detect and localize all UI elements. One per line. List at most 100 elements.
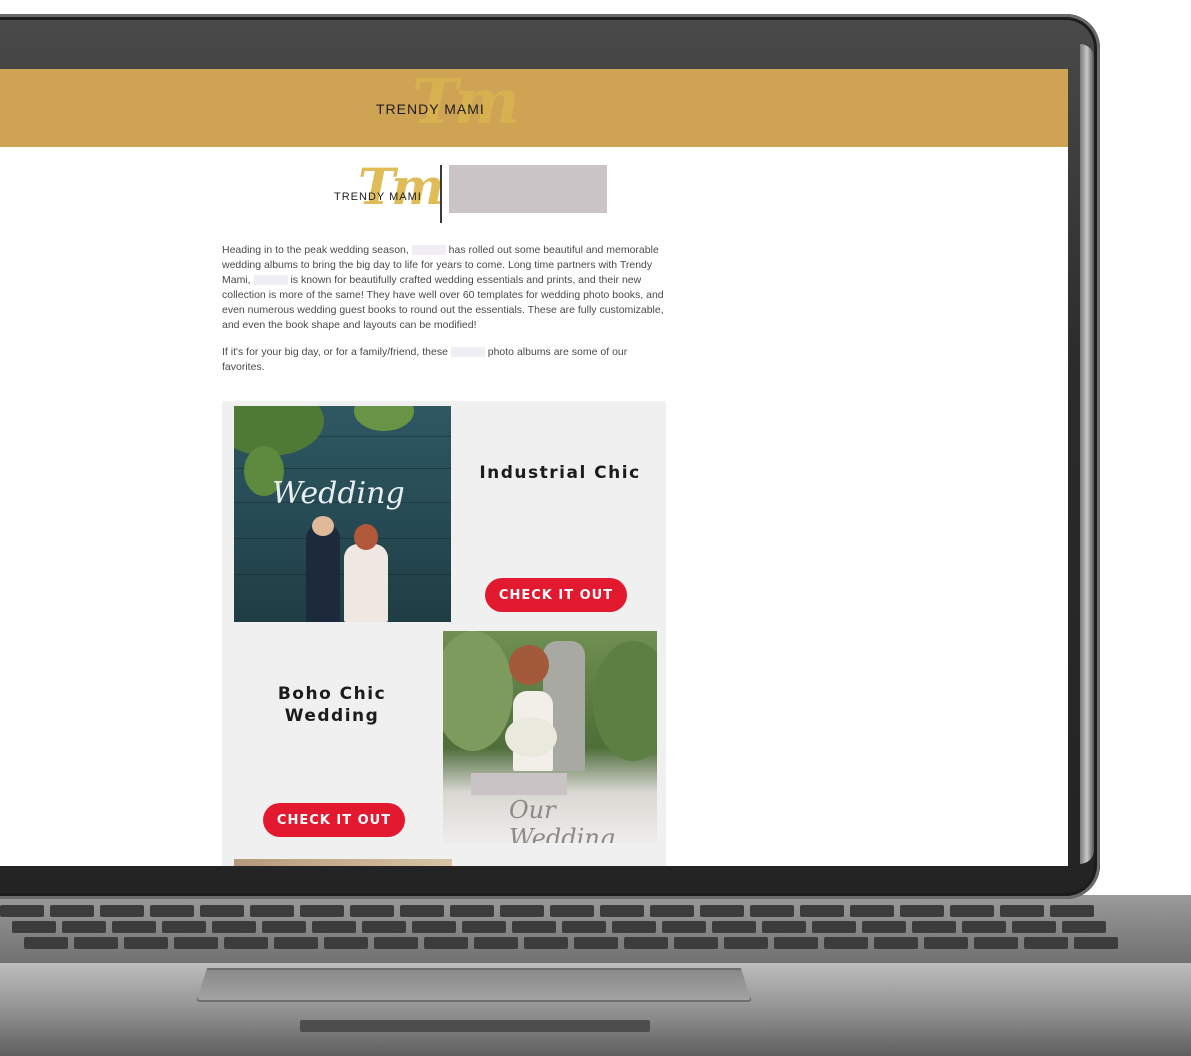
keyboard-key [50,905,94,917]
intro-p1-part-a: Heading in to the peak wedding season, [222,244,409,256]
keyboard [0,905,1118,965]
foliage [354,406,414,431]
keyboard-key [300,905,344,917]
keyboard-key [924,937,968,949]
keyboard-key [450,905,494,917]
keyboard-key [850,905,894,917]
groom-head [312,516,334,536]
keyboard-key [0,905,44,917]
plank-line [234,538,451,539]
plank-line [234,574,451,575]
keyboard-key [262,921,306,933]
keyboard-key [24,937,68,949]
redacted-brand [450,347,485,358]
subheader-brand-name: TRENDY MAMI [334,191,422,203]
redacted-brand [411,245,446,256]
keyboard-key [1062,921,1106,933]
keyboard-key [112,921,156,933]
header-brand-name: TRENDY MAMI [376,101,485,117]
keyboard-key [612,921,656,933]
redacted-brand [471,773,567,795]
keyboard-key [74,937,118,949]
keyboard-key [662,921,706,933]
keyboard-key [200,905,244,917]
keyboard-key [712,921,756,933]
keyboard-key [100,905,144,917]
keyboard-key [762,921,806,933]
keyboard-key [724,937,768,949]
keyboard-key [962,921,1006,933]
keyboard-key [512,921,556,933]
intro-paragraph-1: Heading in to the peak wedding season, h… [222,243,668,333]
next-card-photo-peek [234,859,452,866]
keyboard-key [212,921,256,933]
keyboard-key [162,921,206,933]
partner-logo-placeholder [449,165,607,213]
keyboard-key [462,921,506,933]
trackpad [196,968,752,1002]
keyboard-key [900,905,944,917]
industrial-chic-check-it-out-button[interactable]: CHECK IT OUT [485,578,627,612]
keyboard-key [700,905,744,917]
email-header: Tm TRENDY MAMI [0,69,1068,147]
boho-chic-wedding-title: Boho Chic Wedding [277,684,387,726]
keyboard-key [862,921,906,933]
keyboard-key [250,905,294,917]
keyboard-key [274,937,318,949]
keyboard-key [1024,937,1068,949]
keyboard-key [412,921,456,933]
laptop-mockup: Tm TRENDY MAMI Tm TRENDY MAMI Heading in… [0,0,1191,1056]
keyboard-key [950,905,994,917]
boho-photo-caption: Our Wedding [509,796,616,843]
keyboard-key [62,921,106,933]
keyboard-key [374,937,418,949]
keyboard-key [574,937,618,949]
keyboard-key [350,905,394,917]
industrial-chic-title: Industrial Chic [479,463,641,483]
bride-head [354,524,378,550]
intro-p2-part-a: If it's for your big day, or for a famil… [222,346,448,358]
keyboard-key [524,937,568,949]
keyboard-key [12,921,56,933]
front-notch [300,1020,650,1032]
keyboard-key [600,905,644,917]
industrial-chic-photo[interactable]: Wedding [234,406,451,622]
boho-chic-check-it-out-button[interactable]: CHECK IT OUT [263,803,405,837]
industrial-photo-caption: Wedding [272,476,405,511]
keyboard-key [562,921,606,933]
keyboard-key [362,921,406,933]
keyboard-key [774,937,818,949]
keyboard-key [824,937,868,949]
screen-bezel: Tm TRENDY MAMI Tm TRENDY MAMI Heading in… [0,14,1100,899]
keyboard-key [1050,905,1094,917]
keyboard-key [474,937,518,949]
keyboard-key [150,905,194,917]
keyboard-key [674,937,718,949]
redacted-brand [253,275,288,286]
keyboard-key [400,905,444,917]
keyboard-key [650,905,694,917]
boho-chic-photo[interactable]: Our Wedding [443,631,657,843]
keyboard-key [174,937,218,949]
keyboard-key [874,937,918,949]
keyboard-key [750,905,794,917]
subheader-logo-monogram: Tm [358,157,444,216]
email-screen[interactable]: Tm TRENDY MAMI Tm TRENDY MAMI Heading in… [0,69,1068,866]
keyboard-key [812,921,856,933]
groom-figure [306,524,340,622]
keyboard-key [624,937,668,949]
bride-figure [344,544,388,622]
intro-p1-part-c: is known for beautifully crafted wedding… [222,274,664,331]
foliage [234,406,324,456]
foliage [593,641,657,761]
logo-divider [440,165,442,223]
keyboard-key [1000,905,1044,917]
bride-head [509,645,549,685]
keyboard-key [550,905,594,917]
keyboard-key [500,905,544,917]
keyboard-key [224,937,268,949]
intro-copy: Heading in to the peak wedding season, h… [222,243,668,387]
keyboard-key [800,905,844,917]
intro-paragraph-2: If it's for your big day, or for a famil… [222,345,668,375]
bouquet [505,717,557,757]
